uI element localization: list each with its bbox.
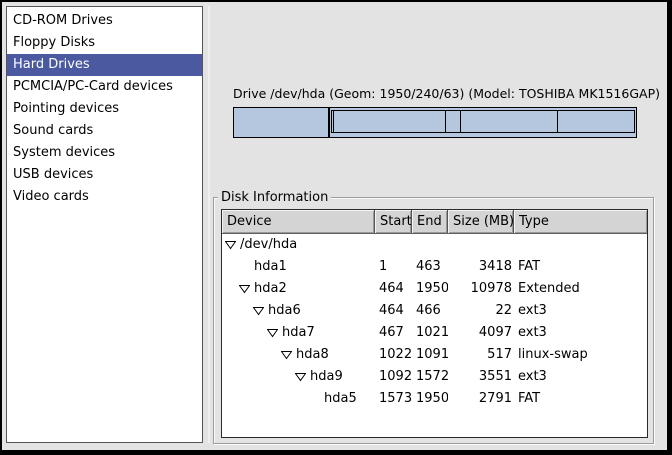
- disk-table-body: /dev/hda hda1 1 463 3418 FAT hda2: [222, 234, 647, 410]
- end-cell: 1572: [412, 366, 448, 388]
- type-cell: ext3: [514, 366, 647, 388]
- device-label: hda2: [254, 278, 287, 300]
- type-cell: ext3: [514, 322, 647, 344]
- device-label: hda8: [296, 344, 329, 366]
- end-cell: 463: [412, 256, 448, 278]
- type-cell: Extended: [514, 278, 647, 300]
- start-cell: 1573: [375, 388, 412, 410]
- hardware-browser-window: CD-ROM DrivesFloppy DisksHard DrivesPCMC…: [0, 0, 672, 455]
- device-cell: hda9: [222, 366, 375, 388]
- column-header-end[interactable]: End: [412, 210, 448, 233]
- sidebar-item-pcmcia-pc-card-devices[interactable]: PCMCIA/PC-Card devices: [7, 76, 202, 98]
- device-cell: hda6: [222, 300, 375, 322]
- partition-bar: [233, 107, 637, 138]
- table-row-hda8[interactable]: hda8 1022 1091 517 linux-swap: [222, 344, 647, 366]
- start-cell: 1022: [375, 344, 412, 366]
- device-label: hda9: [310, 366, 343, 388]
- expander-icon[interactable]: [295, 372, 310, 382]
- column-header-start[interactable]: Start: [375, 210, 412, 233]
- partition-segment-hda9[interactable]: [460, 111, 557, 132]
- size-cell: 517: [448, 344, 514, 366]
- partition-segment-hda7[interactable]: [333, 111, 445, 132]
- disk-table: Device Start End Size (MB) Type /dev/hda: [221, 209, 648, 438]
- start-cell: 1092: [375, 366, 412, 388]
- device-cell: hda5: [222, 388, 375, 410]
- end-cell: 1950: [412, 278, 448, 300]
- device-category-list: CD-ROM DrivesFloppy DisksHard DrivesPCMC…: [6, 6, 203, 443]
- column-header-type[interactable]: Type: [514, 210, 647, 233]
- sidebar-item-pointing-devices[interactable]: Pointing devices: [7, 98, 202, 120]
- device-cell: hda1: [222, 256, 375, 278]
- size-cell: 2791: [448, 388, 514, 410]
- end-cell: 1950: [412, 388, 448, 410]
- disk-table-header: Device Start End Size (MB) Type: [222, 210, 647, 234]
- start-cell: 467: [375, 322, 412, 344]
- type-cell: FAT: [514, 256, 647, 278]
- sidebar-item-video-cards[interactable]: Video cards: [7, 186, 202, 208]
- size-cell: 10978: [448, 278, 514, 300]
- drive-title: Drive /dev/hda (Geom: 1950/240/63) (Mode…: [233, 86, 637, 102]
- start-cell: [375, 234, 412, 256]
- table-row-hda6[interactable]: hda6 464 466 22 ext3: [222, 300, 647, 322]
- column-header-device[interactable]: Device: [222, 210, 375, 233]
- table-row-hda1[interactable]: hda1 1 463 3418 FAT: [222, 256, 647, 278]
- size-cell: 4097: [448, 322, 514, 344]
- sidebar-item-usb-devices[interactable]: USB devices: [7, 164, 202, 186]
- end-cell: 1021: [412, 322, 448, 344]
- type-cell: ext3: [514, 300, 647, 322]
- device-cell: hda2: [222, 278, 375, 300]
- pane-divider[interactable]: [208, 6, 210, 443]
- expander-icon[interactable]: [253, 306, 268, 316]
- size-cell: 3551: [448, 366, 514, 388]
- table-row-hda5[interactable]: hda5 1573 1950 2791 FAT: [222, 388, 647, 410]
- device-label: hda5: [324, 388, 357, 410]
- partition-segment-hda8[interactable]: [445, 111, 460, 132]
- device-cell: /dev/hda: [222, 234, 375, 256]
- size-cell: 22: [448, 300, 514, 322]
- type-cell: [514, 234, 647, 256]
- start-cell: 464: [375, 300, 412, 322]
- table-row-hda9[interactable]: hda9 1092 1572 3551 ext3: [222, 366, 647, 388]
- device-label: hda7: [282, 322, 315, 344]
- disk-information-frame: Disk Information Device Start End Size (…: [213, 197, 654, 444]
- expander-icon[interactable]: [225, 240, 240, 250]
- size-cell: 3418: [448, 256, 514, 278]
- sidebar-item-cd-rom-drives[interactable]: CD-ROM Drives: [7, 10, 202, 32]
- expander-icon[interactable]: [267, 328, 282, 338]
- device-cell: hda7: [222, 322, 375, 344]
- start-cell: 464: [375, 278, 412, 300]
- end-cell: 466: [412, 300, 448, 322]
- type-cell: FAT: [514, 388, 647, 410]
- sidebar-item-floppy-disks[interactable]: Floppy Disks: [7, 32, 202, 54]
- expander-icon[interactable]: [239, 284, 254, 294]
- end-cell: [412, 234, 448, 256]
- device-label: hda6: [268, 300, 301, 322]
- device-label: hda1: [254, 256, 287, 278]
- logical-partitions: [331, 110, 635, 133]
- disk-information-frame-label: Disk Information: [218, 190, 331, 205]
- device-label: /dev/hda: [240, 234, 297, 256]
- partition-segment-hda1[interactable]: [233, 107, 329, 138]
- partition-segment-hda2[interactable]: [329, 107, 637, 138]
- sidebar-item-sound-cards[interactable]: Sound cards: [7, 120, 202, 142]
- partition-segment-hda5[interactable]: [557, 111, 634, 132]
- end-cell: 1091: [412, 344, 448, 366]
- sidebar-item-system-devices[interactable]: System devices: [7, 142, 202, 164]
- size-cell: [448, 234, 514, 256]
- table-row-hda2[interactable]: hda2 464 1950 10978 Extended: [222, 278, 647, 300]
- type-cell: linux-swap: [514, 344, 647, 366]
- sidebar-item-hard-drives[interactable]: Hard Drives: [7, 54, 202, 76]
- table-row-hda7[interactable]: hda7 467 1021 4097 ext3: [222, 322, 647, 344]
- device-cell: hda8: [222, 344, 375, 366]
- column-header-size[interactable]: Size (MB): [448, 210, 514, 233]
- table-row-dev-hda[interactable]: /dev/hda: [222, 234, 647, 256]
- start-cell: 1: [375, 256, 412, 278]
- expander-icon[interactable]: [281, 350, 296, 360]
